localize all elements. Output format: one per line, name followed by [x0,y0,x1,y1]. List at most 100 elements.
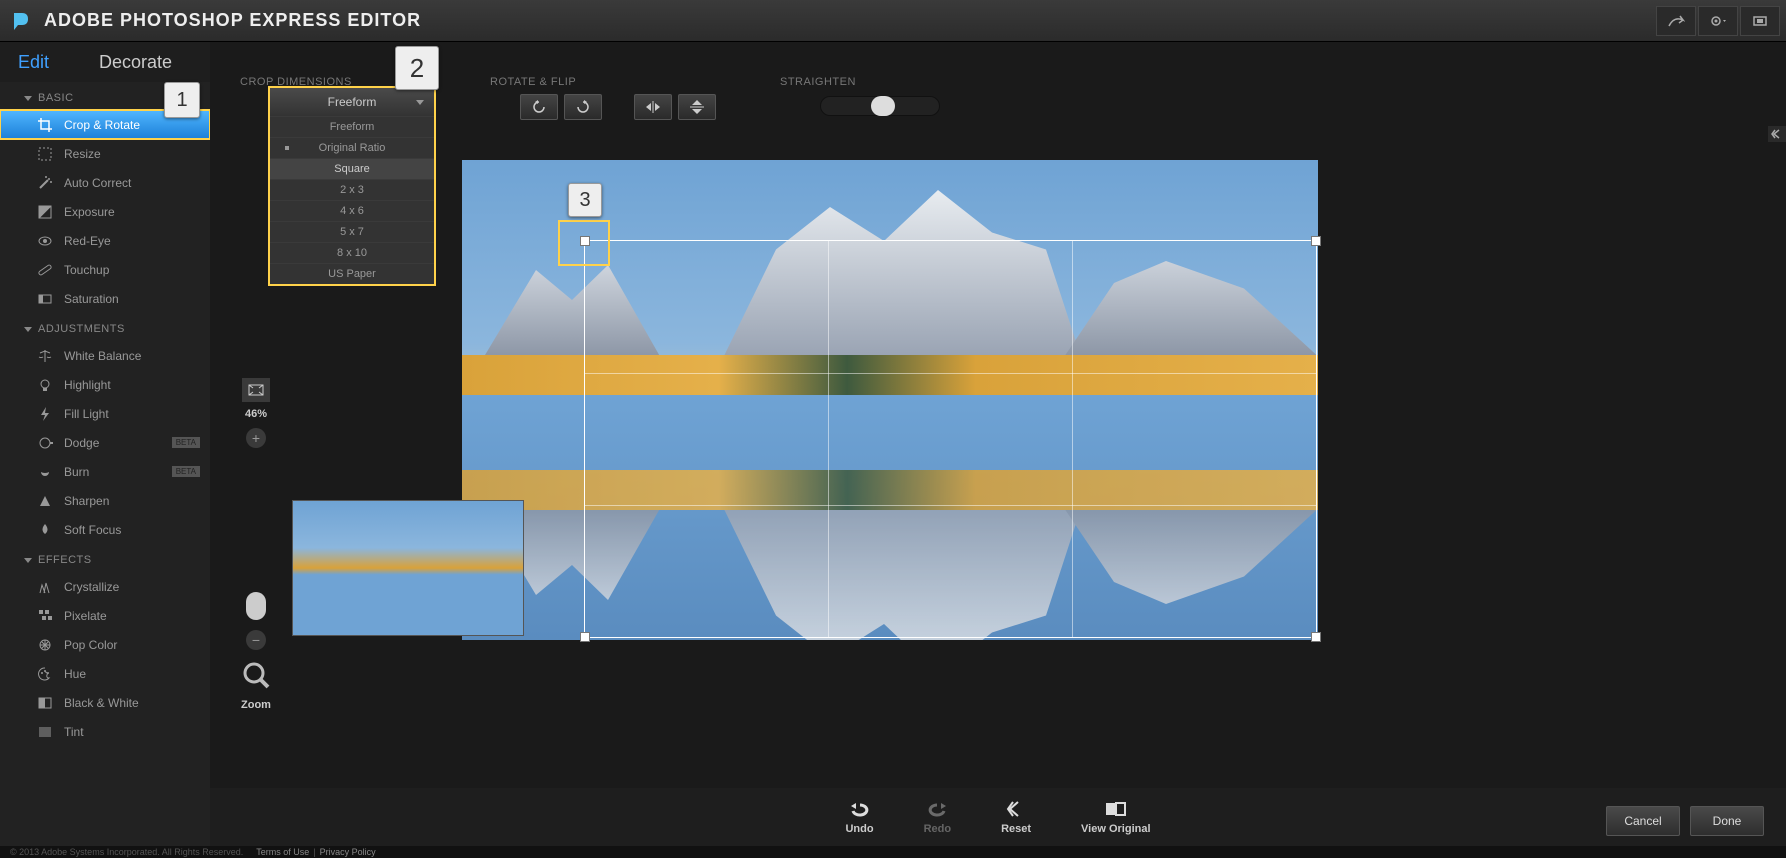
rotate-flip-buttons [520,94,716,120]
view-original-button[interactable]: View Original [1081,799,1151,835]
crop-handle-top-right[interactable] [1311,236,1321,246]
crop-option-label: 2 x 3 [340,184,364,196]
sidebar-item-crystallize[interactable]: Crystallize [0,572,210,601]
crop-dropdown-list: Freeform Original RatioSquare 2 x 3 4 x 6 5 … [270,116,434,284]
crop-selection[interactable] [584,240,1317,638]
sidebar-item-label: Fill Light [64,407,109,421]
zoom-controls: 46% + − Zoom [238,378,274,711]
magnifier-icon[interactable] [238,660,274,695]
crop-option-square[interactable]: Square [270,158,434,179]
sidebar-item-label: Resize [64,147,101,161]
sidebar-item-exposure[interactable]: Exposure [0,197,210,226]
flash-icon [36,405,54,423]
sidebar-item-label: White Balance [64,349,141,363]
footer: © 2013 Adobe Systems Incorporated. All R… [0,846,1786,858]
sidebar-item-soft-focus[interactable]: Soft Focus [0,515,210,544]
crop-option-us-paper[interactable]: US Paper [270,263,434,284]
title-bar: ADOBE PHOTOSHOP EXPRESS EDITOR [0,0,1786,42]
share-button[interactable] [1656,6,1696,36]
sidebar: BASICCrop & RotateResizeAuto CorrectExpo… [0,82,210,846]
crop-dropdown-selected[interactable]: Freeform [270,88,434,116]
tool-sections: CROP DIMENSIONS ROTATE & FLIP STRAIGHTEN [240,60,1766,130]
crop-option-5-x-7[interactable]: 5 x 7 [270,221,434,242]
reset-button[interactable]: Reset [1001,799,1031,835]
sidebar-item-label: Pixelate [64,609,107,623]
sidebar-item-label: Dodge [64,436,99,450]
crop-option-4-x-6[interactable]: 4 x 6 [270,200,434,221]
sidebar-item-label: Tint [64,725,84,739]
crop-handle-bottom-right[interactable] [1311,632,1321,642]
sidebar-item-burn[interactable]: BurnBETA [0,457,210,486]
crop-handle-bottom-left[interactable] [580,632,590,642]
sidebar-item-pop-color[interactable]: Pop Color [0,630,210,659]
sidebar-group-effects[interactable]: EFFECTS [0,544,210,572]
undo-button[interactable]: Undo [845,799,873,835]
sidebar-item-white-balance[interactable]: White Balance [0,341,210,370]
crop-dimensions-dropdown[interactable]: Freeform Freeform Original RatioSquare 2 x… [268,86,436,286]
sidebar-item-highlight[interactable]: Highlight [0,370,210,399]
mode-tabs: Edit Decorate [0,42,210,82]
flip-vertical-button[interactable] [678,94,716,120]
app-title: ADOBE PHOTOSHOP EXPRESS EDITOR [44,10,421,31]
sidebar-item-fill-light[interactable]: Fill Light [0,399,210,428]
zoom-in-button[interactable]: + [246,428,266,448]
sidebar-item-tint[interactable]: Tint [0,717,210,746]
sidebar-item-black-white[interactable]: Black & White [0,688,210,717]
straighten-slider-thumb[interactable] [871,96,895,116]
fullscreen-button[interactable] [1740,6,1780,36]
rotate-ccw-button[interactable] [520,94,558,120]
bottom-action-bar: Undo Redo Reset View Original [210,788,1786,846]
sidebar-item-label: Black & White [64,696,139,710]
zoom-out-button[interactable]: − [246,630,266,650]
expand-panel-button[interactable] [1768,126,1786,142]
crystal-icon [36,578,54,596]
sidebar-item-dodge[interactable]: DodgeBETA [0,428,210,457]
flip-horizontal-button[interactable] [634,94,672,120]
rotate-cw-button[interactable] [564,94,602,120]
sidebar-item-resize[interactable]: Resize [0,139,210,168]
footer-privacy-link[interactable]: Privacy Policy [320,847,376,857]
done-button[interactable]: Done [1690,806,1764,836]
sidebar-item-label: Auto Correct [64,176,131,190]
crop-dropdown-selected-label: Freeform [328,95,377,109]
sidebar-item-red-eye[interactable]: Red-Eye [0,226,210,255]
rotate-flip-label: ROTATE & FLIP [490,76,576,88]
crop-option-label: Freeform [330,121,375,133]
sidebar-item-label: Highlight [64,378,111,392]
sidebar-item-label: Saturation [64,292,119,306]
zoom-fit-button[interactable] [242,378,270,402]
tab-edit[interactable]: Edit [18,52,49,73]
straighten-slider[interactable] [820,96,940,116]
sidebar-item-label: Touchup [64,263,109,277]
sidebar-item-label: Red-Eye [64,234,111,248]
sidebar-item-hue[interactable]: Hue [0,659,210,688]
crop-option-2-x-3[interactable]: 2 x 3 [270,179,434,200]
sidebar-item-saturation[interactable]: Saturation [0,284,210,313]
zoom-slider-thumb[interactable] [246,592,266,620]
footer-copyright: © 2013 Adobe Systems Incorporated. All R… [10,847,243,857]
undo-icon [848,799,872,819]
footer-terms-link[interactable]: Terms of Use [256,847,309,857]
tab-decorate[interactable]: Decorate [99,52,172,73]
sidebar-item-touchup[interactable]: Touchup [0,255,210,284]
beta-badge: BETA [172,466,200,477]
crop-option-8-x-10[interactable]: 8 x 10 [270,242,434,263]
cancel-button[interactable]: Cancel [1606,806,1680,836]
sidebar-item-auto-correct[interactable]: Auto Correct [0,168,210,197]
sidebar-item-sharpen[interactable]: Sharpen [0,486,210,515]
sidebar-item-label: Crystallize [64,580,119,594]
crop-option-original-ratio[interactable]: Original Ratio [270,137,434,158]
zoom-slider[interactable] [251,454,261,624]
undo-label: Undo [845,823,873,835]
settings-button[interactable] [1698,6,1738,36]
sidebar-item-label: Soft Focus [64,523,121,537]
crop-option-label: 5 x 7 [340,226,364,238]
thumbnail-navigator[interactable] [292,500,524,636]
pixelate-icon [36,607,54,625]
step-callout-1: 1 [164,82,200,118]
redo-button[interactable]: Redo [924,799,952,835]
sidebar-item-pixelate[interactable]: Pixelate [0,601,210,630]
sidebar-group-adjustments[interactable]: ADJUSTMENTS [0,313,210,341]
step-callout-3-highlight [558,220,610,266]
crop-option-freeform[interactable]: Freeform [270,116,434,137]
